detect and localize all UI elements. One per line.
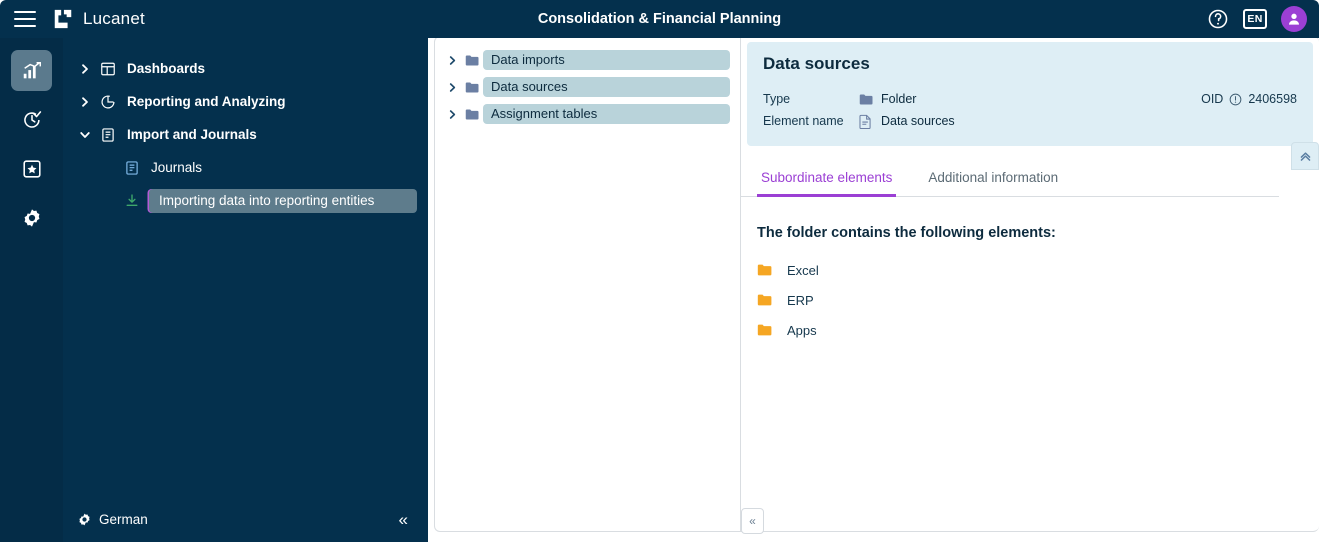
- sidebar-item-journals[interactable]: Journals: [63, 151, 428, 184]
- language-setting-label: German: [99, 511, 148, 527]
- list-item[interactable]: ERP: [757, 285, 1303, 315]
- icon-rail: [0, 38, 63, 542]
- dashboard-icon: [95, 61, 121, 77]
- sidebar-item-label: Reporting and Analyzing: [127, 94, 286, 109]
- brand-name: Lucanet: [83, 9, 145, 28]
- rail-item-planning[interactable]: [11, 99, 52, 140]
- oid-display: OID 2406598: [1201, 92, 1297, 106]
- chevron-down-icon[interactable]: [75, 125, 95, 145]
- user-avatar-icon: [1289, 13, 1299, 25]
- sidebar-item-label: Dashboards: [127, 61, 206, 76]
- oid-label: OID: [1201, 92, 1224, 106]
- sidebar-item-importing-data-into-reporting-entities[interactable]: Importing data into reporting entities: [63, 184, 428, 217]
- tree-item-data-sources[interactable]: Data sources: [443, 76, 730, 98]
- folder-icon: [757, 323, 787, 337]
- brand[interactable]: Lucanet: [52, 8, 145, 30]
- document-icon: [859, 114, 881, 129]
- avatar[interactable]: [1281, 6, 1307, 32]
- detail-meta-key: Type: [763, 92, 791, 106]
- detail-tabs: Subordinate elements Additional informat…: [741, 164, 1279, 197]
- detail-meta-element-name: Element name Data sources: [763, 110, 1297, 132]
- top-bar: Lucanet Consolidation & Financial Planni…: [0, 0, 1319, 38]
- tree-item-data-imports[interactable]: Data imports: [443, 49, 730, 71]
- journal-icon: [95, 127, 121, 143]
- folder-icon: [757, 293, 787, 307]
- top-bar-actions: EN: [1207, 0, 1307, 38]
- hamburger-menu-icon[interactable]: [14, 11, 36, 27]
- chevron-right-icon[interactable]: [443, 109, 461, 120]
- detail-meta-value: Folder: [881, 92, 917, 106]
- collapse-sidebar-button[interactable]: «: [393, 507, 414, 532]
- list-item-label: Apps: [787, 322, 817, 338]
- detail-header-card: Data sources Type Folder Element name Da…: [747, 42, 1313, 146]
- import-arrow-icon: [119, 193, 145, 209]
- sidebar-item-label: Journals: [151, 160, 203, 175]
- chevron-right-icon[interactable]: [443, 82, 461, 93]
- folder-icon: [461, 81, 483, 94]
- tree-item-assignment-tables[interactable]: Assignment tables: [443, 103, 730, 125]
- tree-item-label: Assignment tables: [483, 104, 730, 124]
- sidebar-item-reporting-and-analyzing[interactable]: Reporting and Analyzing: [63, 85, 428, 118]
- list-item-label: ERP: [787, 292, 814, 308]
- tab-additional-information[interactable]: Additional information: [924, 164, 1062, 197]
- folder-icon: [461, 108, 483, 121]
- clock-check-icon: [23, 110, 41, 128]
- list-item-label: Excel: [787, 262, 819, 278]
- list-item[interactable]: Apps: [757, 315, 1303, 345]
- language-selector[interactable]: EN: [1243, 9, 1267, 29]
- rail-item-settings[interactable]: [11, 197, 52, 238]
- chevron-right-icon[interactable]: [75, 92, 95, 112]
- sidebar-item-import-and-journals[interactable]: Import and Journals: [63, 118, 428, 151]
- rail-item-modeling[interactable]: [11, 148, 52, 189]
- gear-icon: [79, 513, 90, 525]
- rail-item-analysis[interactable]: [11, 50, 52, 91]
- folder-icon: [461, 54, 483, 67]
- chevron-right-icon[interactable]: [443, 55, 461, 66]
- element-tree-list: Data imports Data sources Assignment tab…: [435, 37, 740, 125]
- sidebar-item-dashboards[interactable]: Dashboards: [63, 52, 428, 85]
- sidebar-footer: German «: [63, 496, 428, 542]
- lucanet-logo-icon: [54, 9, 72, 29]
- detail-body: The folder contains the following elemen…: [741, 197, 1319, 345]
- gear-icon: [24, 208, 39, 227]
- app-window: Lucanet Consolidation & Financial Planni…: [0, 0, 1319, 542]
- subordinate-elements-heading: The folder contains the following elemen…: [757, 225, 1056, 241]
- chevron-right-icon[interactable]: [75, 59, 95, 79]
- oid-value: 2406598: [1248, 92, 1297, 106]
- detail-panel: Data sources Type Folder Element name Da…: [740, 36, 1319, 532]
- language-setting[interactable]: German: [77, 512, 148, 527]
- element-tree-panel: Data imports Data sources Assignment tab…: [434, 36, 740, 532]
- tree-item-label: Data sources: [483, 77, 730, 97]
- navigation-tree: Dashboards Reporting and Analyzing Impor…: [63, 38, 428, 217]
- sidebar-item-label: Import and Journals: [127, 127, 257, 142]
- detail-title: Data sources: [763, 54, 870, 73]
- box-star-icon: [22, 159, 41, 178]
- help-circle-icon[interactable]: [1207, 8, 1229, 30]
- navigation-sidebar: Dashboards Reporting and Analyzing Impor…: [63, 38, 428, 542]
- tree-item-label: Data imports: [483, 50, 730, 70]
- list-item[interactable]: Excel: [757, 255, 1303, 285]
- collapse-tree-panel-button[interactable]: «: [741, 508, 764, 534]
- pie-chart-icon: [95, 94, 121, 110]
- journal-icon: [119, 160, 145, 176]
- page-title: Consolidation & Financial Planning: [537, 11, 782, 27]
- detail-tabs-wrap: Subordinate elements Additional informat…: [741, 142, 1319, 197]
- detail-meta-key: Element name: [763, 114, 844, 128]
- info-circle-icon[interactable]: [1229, 93, 1242, 106]
- tab-subordinate-elements[interactable]: Subordinate elements: [757, 164, 897, 197]
- detail-meta-value: Data sources: [881, 114, 955, 128]
- folder-icon: [757, 263, 787, 277]
- bar-chart-icon: [23, 61, 41, 78]
- folder-icon: [859, 93, 881, 106]
- sidebar-item-label: Importing data into reporting entities: [149, 188, 417, 213]
- chevron-double-up-icon: [1300, 151, 1310, 161]
- collapse-header-button[interactable]: [1291, 142, 1319, 170]
